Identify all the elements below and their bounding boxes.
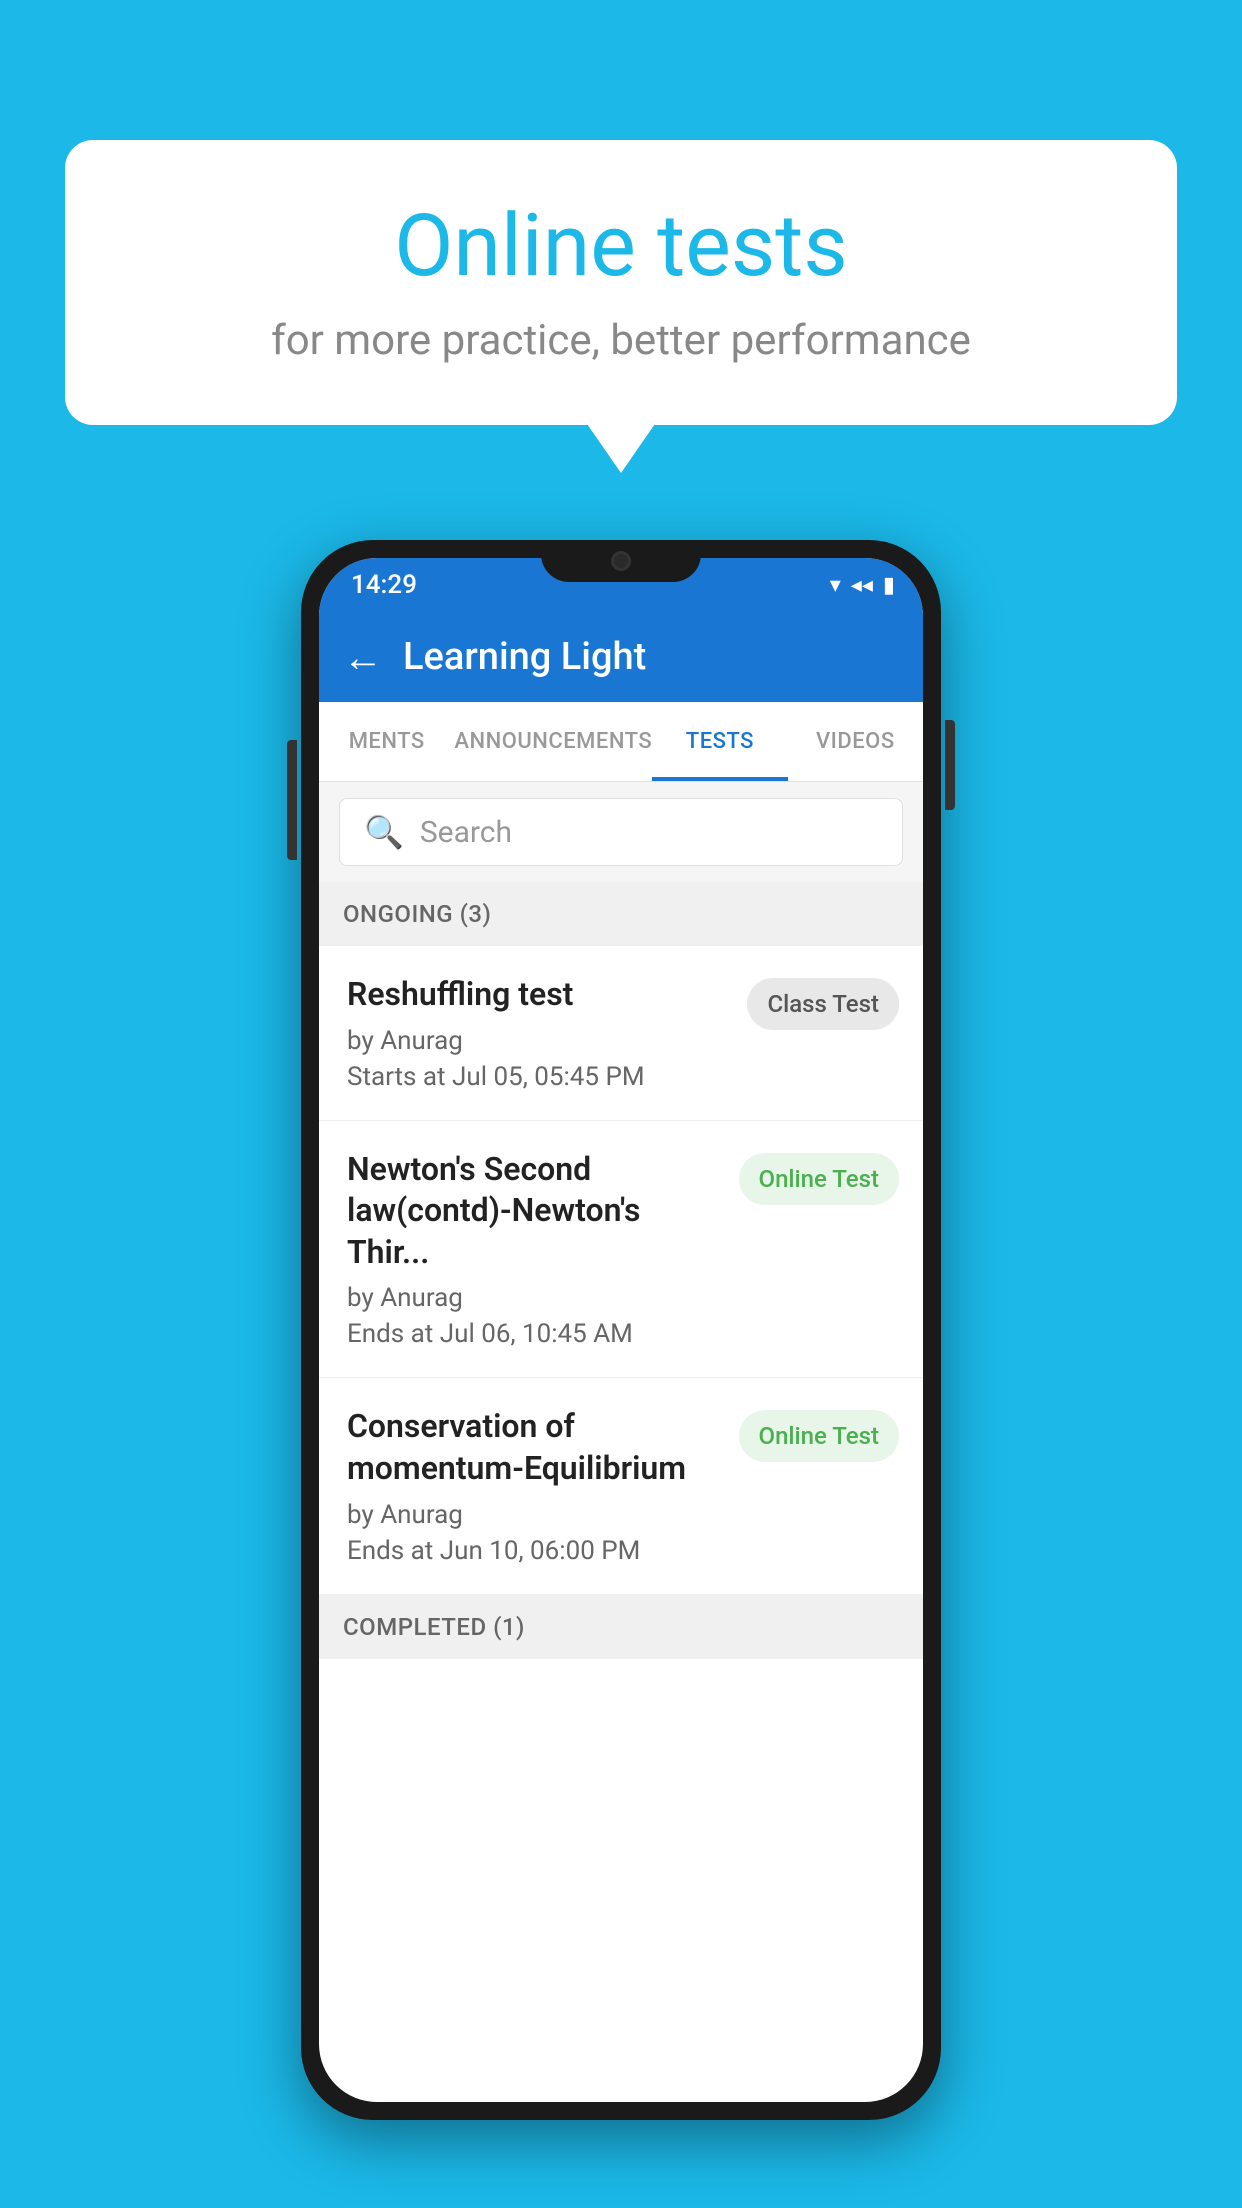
test-item-newtons[interactable]: Newton's Second law(contd)-Newton's Thir… bbox=[319, 1121, 923, 1379]
test-name-1: Reshuffling test bbox=[347, 974, 731, 1016]
test-item-conservation[interactable]: Conservation of momentum-Equilibrium by … bbox=[319, 1378, 923, 1594]
phone-notch bbox=[541, 540, 701, 582]
signal-icon: ◂◂ bbox=[851, 573, 873, 598]
test-time-2: Ends at Jul 06, 10:45 AM bbox=[347, 1319, 723, 1349]
speech-bubble: Online tests for more practice, better p… bbox=[65, 140, 1177, 425]
search-bar[interactable]: 🔍 Search bbox=[339, 798, 903, 866]
status-time: 14:29 bbox=[351, 570, 417, 600]
battery-icon: ▮ bbox=[883, 573, 895, 598]
test-item-reshuffling[interactable]: Reshuffling test by Anurag Starts at Jul… bbox=[319, 946, 923, 1121]
bubble-subtitle: for more practice, better performance bbox=[125, 316, 1117, 365]
section-completed: COMPLETED (1) bbox=[319, 1595, 923, 1659]
test-time-1: Starts at Jul 05, 05:45 PM bbox=[347, 1062, 731, 1092]
section-title-completed: COMPLETED (1) bbox=[343, 1613, 525, 1641]
test-author-2: by Anurag bbox=[347, 1283, 723, 1313]
section-title-ongoing: ONGOING (3) bbox=[343, 900, 491, 928]
test-author-1: by Anurag bbox=[347, 1026, 731, 1056]
status-icons: ▾ ◂◂ ▮ bbox=[830, 573, 895, 598]
wifi-icon: ▾ bbox=[830, 573, 841, 598]
search-placeholder: Search bbox=[420, 815, 512, 850]
test-info-reshuffling: Reshuffling test by Anurag Starts at Jul… bbox=[347, 974, 731, 1092]
bubble-title: Online tests bbox=[125, 195, 1117, 296]
test-time-3: Ends at Jun 10, 06:00 PM bbox=[347, 1536, 723, 1566]
section-ongoing: ONGOING (3) bbox=[319, 882, 923, 946]
tab-ments[interactable]: MENTS bbox=[319, 702, 454, 781]
test-info-newtons: Newton's Second law(contd)-Newton's Thir… bbox=[347, 1149, 723, 1350]
phone-mockup: 14:29 ▾ ◂◂ ▮ ← Learning Light MENTS ANNO… bbox=[301, 540, 941, 2120]
tab-announcements[interactable]: ANNOUNCEMENTS bbox=[454, 702, 652, 781]
tab-videos[interactable]: VIDEOS bbox=[788, 702, 923, 781]
speech-bubble-container: Online tests for more practice, better p… bbox=[65, 140, 1177, 425]
app-bar: ← Learning Light bbox=[319, 612, 923, 702]
badge-online-test-1: Online Test bbox=[739, 1153, 899, 1205]
badge-class-test: Class Test bbox=[747, 978, 899, 1030]
tab-tests[interactable]: TESTS bbox=[652, 702, 787, 781]
camera-dot bbox=[611, 551, 631, 571]
test-author-3: by Anurag bbox=[347, 1500, 723, 1530]
test-info-conservation: Conservation of momentum-Equilibrium by … bbox=[347, 1406, 723, 1565]
phone-screen: 14:29 ▾ ◂◂ ▮ ← Learning Light MENTS ANNO… bbox=[319, 558, 923, 2102]
search-container: 🔍 Search bbox=[319, 782, 923, 882]
tabs-bar: MENTS ANNOUNCEMENTS TESTS VIDEOS bbox=[319, 702, 923, 782]
search-icon: 🔍 bbox=[364, 813, 404, 851]
test-name-3: Conservation of momentum-Equilibrium bbox=[347, 1406, 723, 1489]
app-title: Learning Light bbox=[403, 635, 646, 679]
badge-online-test-2: Online Test bbox=[739, 1410, 899, 1462]
test-name-2: Newton's Second law(contd)-Newton's Thir… bbox=[347, 1149, 723, 1274]
phone-outer: 14:29 ▾ ◂◂ ▮ ← Learning Light MENTS ANNO… bbox=[301, 540, 941, 2120]
back-button[interactable]: ← bbox=[343, 634, 383, 681]
